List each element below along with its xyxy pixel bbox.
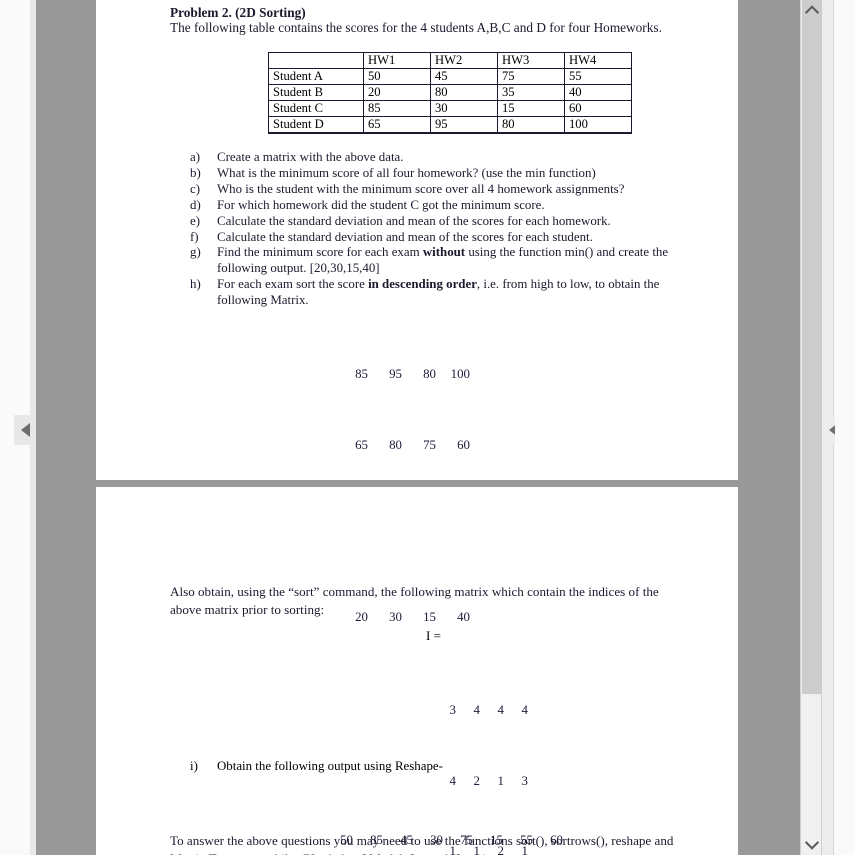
chevron-up-icon	[804, 5, 819, 20]
triangle-left-icon	[20, 423, 30, 437]
list-item-i: i) Obtain the following output using Res…	[184, 759, 704, 775]
closing-line-1: To answer the above questions you may ne…	[170, 833, 674, 848]
row-label: Student D	[268, 116, 364, 134]
row-label: Student A	[268, 68, 364, 85]
vertical-scrollbar[interactable]	[800, 0, 822, 855]
table-row: Student C 85 30 15 60	[268, 100, 632, 117]
table-corner-cell	[268, 52, 364, 69]
table-row: Student D 65 95 80 100	[268, 116, 632, 134]
list-item-b: b) What is the minimum score of all four…	[184, 166, 704, 182]
cell: 50	[363, 68, 431, 85]
list-item-text: Calculate the standard deviation and mea…	[217, 213, 611, 228]
list-item-f: f) Calculate the standard deviation and …	[184, 230, 704, 246]
index-matrix-label: I =	[426, 628, 442, 643]
cell: 40	[564, 84, 632, 101]
table-col-hw4: HW4	[564, 52, 632, 69]
left-sidebar-collapse-button[interactable]	[14, 415, 36, 445]
cell: 80	[497, 116, 565, 134]
cell: 20	[363, 84, 431, 101]
document-workspace[interactable]: Problem 2. (2D Sorting) The following ta…	[36, 0, 800, 855]
pdf-viewer: Problem 2. (2D Sorting) The following ta…	[0, 0, 855, 855]
list-item-text: What is the minimum score of all four ho…	[217, 165, 596, 180]
cell: 65	[363, 116, 431, 134]
scroll-up-button[interactable]	[801, 2, 822, 20]
matrix-row: 85 95 80 100	[355, 367, 470, 381]
table-col-hw3: HW3	[497, 52, 565, 69]
list-item-h: h) For each exam sort the score in desce…	[184, 277, 704, 309]
intro-paragraph: The following table contains the scores …	[170, 20, 662, 35]
list-marker: d)	[190, 197, 201, 212]
list-marker: h)	[190, 277, 201, 292]
closing-line-2: Matrix Transpose while. (Use help of Mat…	[170, 850, 690, 855]
list-item-text: For which homework did the student C got…	[217, 197, 545, 212]
list-item-text: Create a matrix with the above data.	[217, 150, 404, 164]
list-marker: i)	[190, 759, 198, 773]
cell: 95	[430, 116, 498, 134]
matrix-row: 3444	[449, 703, 528, 717]
question-list: a) Create a matrix with the above data. …	[184, 150, 704, 309]
vertical-scrollbar-thumb[interactable]	[802, 0, 822, 694]
page-separator	[96, 480, 738, 487]
cell: 15	[497, 100, 565, 117]
list-item-text: Who is the student with the minimum scor…	[217, 181, 625, 196]
list-marker: a)	[190, 150, 201, 164]
scroll-down-button[interactable]	[801, 835, 822, 853]
list-item-a: a) Create a matrix with the above data.	[184, 150, 704, 166]
list-item-text: Obtain the following output using Reshap…	[217, 759, 443, 773]
cell: 30	[430, 100, 498, 117]
list-marker: b)	[190, 165, 201, 180]
list-item-text: Find the minimum score for each exam wit…	[217, 245, 669, 276]
list-marker: c)	[190, 181, 201, 196]
table-row: Student B 20 80 35 40	[268, 84, 632, 101]
page-title: Problem 2. (2D Sorting)	[170, 5, 306, 20]
viewer-right-gutter	[835, 0, 855, 855]
scores-table: HW1 HW2 HW3 HW4 Student A 50 45 75 55 St…	[268, 52, 632, 134]
cell: 85	[363, 100, 431, 117]
table-col-hw2: HW2	[430, 52, 498, 69]
list-item-d: d) For which homework did the student C …	[184, 198, 704, 214]
cell: 60	[564, 100, 632, 117]
document-page-2: 20 30 15 40 Also obtain, using the “sort” c…	[96, 487, 738, 855]
list-marker: e)	[190, 213, 201, 228]
cell: 100	[564, 116, 632, 134]
matrix-row: 65 80 75 60	[355, 437, 470, 452]
question-list-continued: i) Obtain the following output using Res…	[184, 759, 704, 775]
list-item-text: Calculate the standard deviation and mea…	[217, 229, 593, 244]
cell: 55	[564, 68, 632, 85]
cell: 35	[497, 84, 565, 101]
list-item-text: For each exam sort the score in descendi…	[217, 277, 660, 308]
table-header-row: HW1 HW2 HW3 HW4	[268, 52, 632, 69]
list-item-e: e) Calculate the standard deviation and …	[184, 214, 704, 230]
closing-paragraph: To answer the above questions you may ne…	[170, 832, 690, 855]
list-item-c: c) Who is the student with the minimum s…	[184, 182, 704, 198]
row-label: Student B	[268, 84, 364, 101]
table-col-hw1: HW1	[363, 52, 431, 69]
row-label: Student C	[268, 100, 364, 117]
list-item-g: g) Find the minimum score for each exam …	[184, 245, 704, 277]
cell: 80	[430, 84, 498, 101]
cell: 45	[430, 68, 498, 85]
cell: 75	[497, 68, 565, 85]
list-marker: f)	[190, 229, 199, 244]
chevron-down-icon	[804, 835, 819, 850]
table-row: Student A 50 45 75 55	[268, 68, 632, 85]
list-marker: g)	[190, 245, 201, 260]
also-obtain-paragraph: Also obtain, using the “sort” command, t…	[170, 584, 659, 617]
document-page-1: Problem 2. (2D Sorting) The following ta…	[96, 0, 738, 522]
